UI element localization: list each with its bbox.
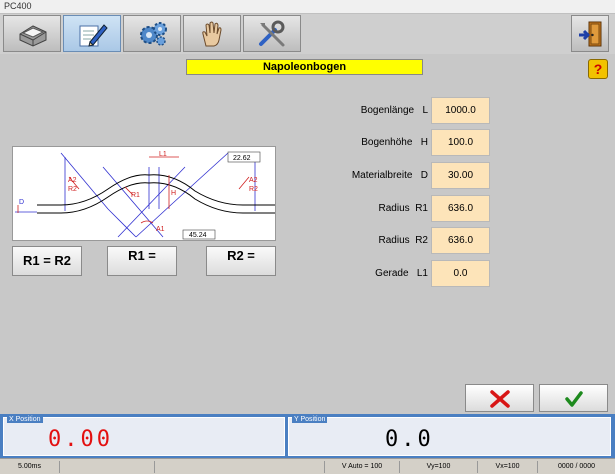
param-row-materialbreite: Materialbreite D 30.00 (300, 162, 490, 189)
napoleon-bend-drawing: L1 H A1 A2 A2 R1 R2 R2 D 22.62 45.24 (15, 151, 275, 240)
param-row-radius-r2: Radius R2 636.0 (300, 227, 490, 254)
bogenhoehe-input[interactable]: 100.0 (431, 129, 490, 156)
main-toolbar (0, 14, 615, 54)
window-titlebar: PC400 (0, 0, 615, 14)
toolbar-button-tools[interactable] (243, 15, 301, 52)
r1-equals-button[interactable]: R1 = (107, 246, 177, 276)
window-title: PC400 (4, 1, 32, 11)
cancel-x-icon (490, 390, 510, 408)
param-row-radius-r1: Radius R1 636.0 (300, 195, 490, 222)
param-row-bogenlaenge: Bogenlänge L 1000.0 (300, 97, 490, 124)
page-title: Napoleonbogen (186, 59, 423, 75)
x-position-caption: X Position (7, 416, 43, 423)
status-vy: Vy=100 (400, 461, 478, 473)
toolbar-button-edit[interactable] (63, 15, 121, 52)
materialbreite-input[interactable]: 30.00 (431, 162, 490, 189)
status-vx: Vx=100 (478, 461, 538, 473)
label-r2-right: R2 (249, 186, 258, 193)
label-a2-left: A2 (68, 177, 77, 184)
help-button[interactable]: ? (588, 59, 608, 79)
label-h: H (171, 190, 176, 197)
param-label: Materialbreite D (351, 170, 428, 181)
status-time: 5.00ms (0, 461, 60, 473)
r2-equals-button[interactable]: R2 = (206, 246, 276, 276)
label-a2-right: A2 (249, 177, 258, 184)
label-r2-left: R2 (68, 186, 77, 193)
gerade-input[interactable]: 0.0 (431, 260, 490, 287)
param-row-gerade: Gerade L1 0.0 (300, 260, 490, 287)
press-machine-icon (19, 25, 47, 47)
bend-diagram: L1 H A1 A2 A2 R1 R2 R2 D 22.62 45.24 (12, 146, 276, 241)
x-position-panel: X Position 0.00 (3, 416, 285, 456)
r1-equals-r2-button[interactable]: R1 = R2 (12, 246, 82, 276)
label-a1: A1 (156, 226, 165, 233)
pencil-edit-icon (79, 24, 108, 47)
param-row-bogenhoehe: Bogenhöhe H 100.0 (300, 129, 490, 156)
status-v-auto: V Auto = 100 (325, 461, 400, 473)
ok-check-icon (565, 391, 583, 407)
label-d: D (19, 199, 24, 206)
exit-door-icon (579, 21, 602, 47)
hand-icon (202, 21, 222, 47)
radius-r2-input[interactable]: 636.0 (431, 227, 490, 254)
main-panel: Napoleonbogen ? L1 H A1 A2 A2 R1 R2 R2 D… (0, 54, 615, 414)
y-position-caption: Y Position (292, 416, 328, 423)
param-label: Bogenhöhe H (361, 137, 428, 148)
status-empty-1 (60, 461, 155, 473)
ok-button[interactable] (539, 384, 608, 412)
y-position-panel: Y Position 0.0 (288, 416, 611, 456)
dim-value-bottom: 45.24 (189, 232, 207, 239)
status-bar: 5.00ms V Auto = 100 Vy=100 Vx=100 0000 /… (0, 458, 615, 474)
position-bar: X Position 0.00 Y Position 0.0 (0, 414, 615, 458)
status-counter: 0000 / 0000 (558, 463, 595, 470)
label-r1: R1 (131, 192, 140, 199)
bogenlaenge-input[interactable]: 1000.0 (431, 97, 490, 124)
param-label: Radius R1 (378, 203, 429, 214)
y-position-value: 0.0 (385, 427, 434, 452)
radius-r1-input[interactable]: 636.0 (431, 195, 490, 222)
param-label: Radius R2 (378, 235, 429, 246)
param-label: Bogenlänge L (360, 105, 428, 116)
cancel-button[interactable] (465, 384, 534, 412)
status-empty-2 (155, 461, 325, 473)
toolbar-button-settings[interactable] (123, 15, 181, 52)
gears-icon (140, 22, 167, 46)
toolbar-button-manual[interactable] (183, 15, 241, 52)
exit-button[interactable] (571, 15, 609, 52)
x-position-value: 0.00 (48, 427, 113, 452)
param-label: Gerade L1 (375, 268, 428, 279)
label-l1: L1 (159, 151, 167, 158)
tools-icon (259, 20, 285, 47)
dim-value-top: 22.62 (233, 155, 251, 162)
toolbar-button-machine[interactable] (3, 15, 61, 52)
